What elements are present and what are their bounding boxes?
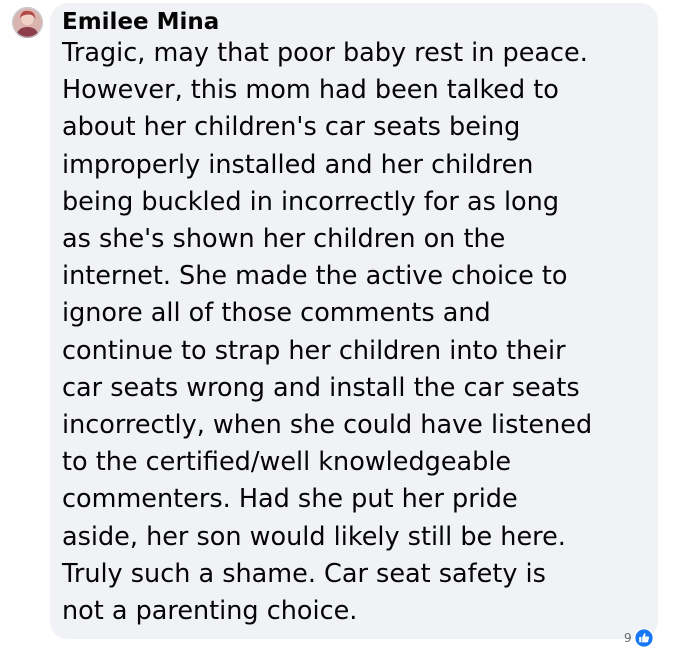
- comment-text: Tragic, may that poor baby rest in peace…: [62, 35, 656, 630]
- comment-line: car seats wrong and install the car seat…: [62, 372, 580, 403]
- comment-line: incorrectly, when she could have listene…: [62, 410, 593, 441]
- comment-line: aside, her son would likely still be her…: [62, 521, 566, 552]
- comment-line: internet. She made the active choice to: [62, 261, 568, 292]
- avatar[interactable]: [12, 7, 43, 38]
- comment-line: as she's shown her children on the: [62, 224, 506, 255]
- comment-line: Tragic, may that poor baby rest in peace…: [62, 38, 588, 68]
- comment-line: improperly installed and her children: [62, 149, 534, 180]
- like-icon: [633, 628, 654, 648]
- comment-bubble: Emilee Mina Tragic, may that poor baby r…: [50, 3, 658, 639]
- comment-line: However, this mom had been talked to: [62, 75, 559, 106]
- reaction-count: 9: [624, 631, 632, 645]
- comment-line: to the certified/well knowledgeable: [62, 447, 512, 478]
- comment-line: not a parenting choice.: [62, 596, 358, 627]
- comment-author[interactable]: Emilee Mina: [62, 8, 219, 36]
- reaction-summary[interactable]: 9: [624, 627, 654, 649]
- comment-line: about her children's car seats being: [62, 112, 521, 143]
- comment-line: continue to strap her children into thei…: [62, 335, 566, 366]
- comment-line: ignore all of those comments and: [62, 298, 491, 329]
- comment-line: Truly such a shame. Car seat safety is: [62, 558, 546, 589]
- comment-line: being buckled in incorrectly for as long: [62, 186, 560, 217]
- comment-line: commenters. Had she put her pride: [62, 484, 518, 515]
- avatar-photo: [12, 7, 43, 38]
